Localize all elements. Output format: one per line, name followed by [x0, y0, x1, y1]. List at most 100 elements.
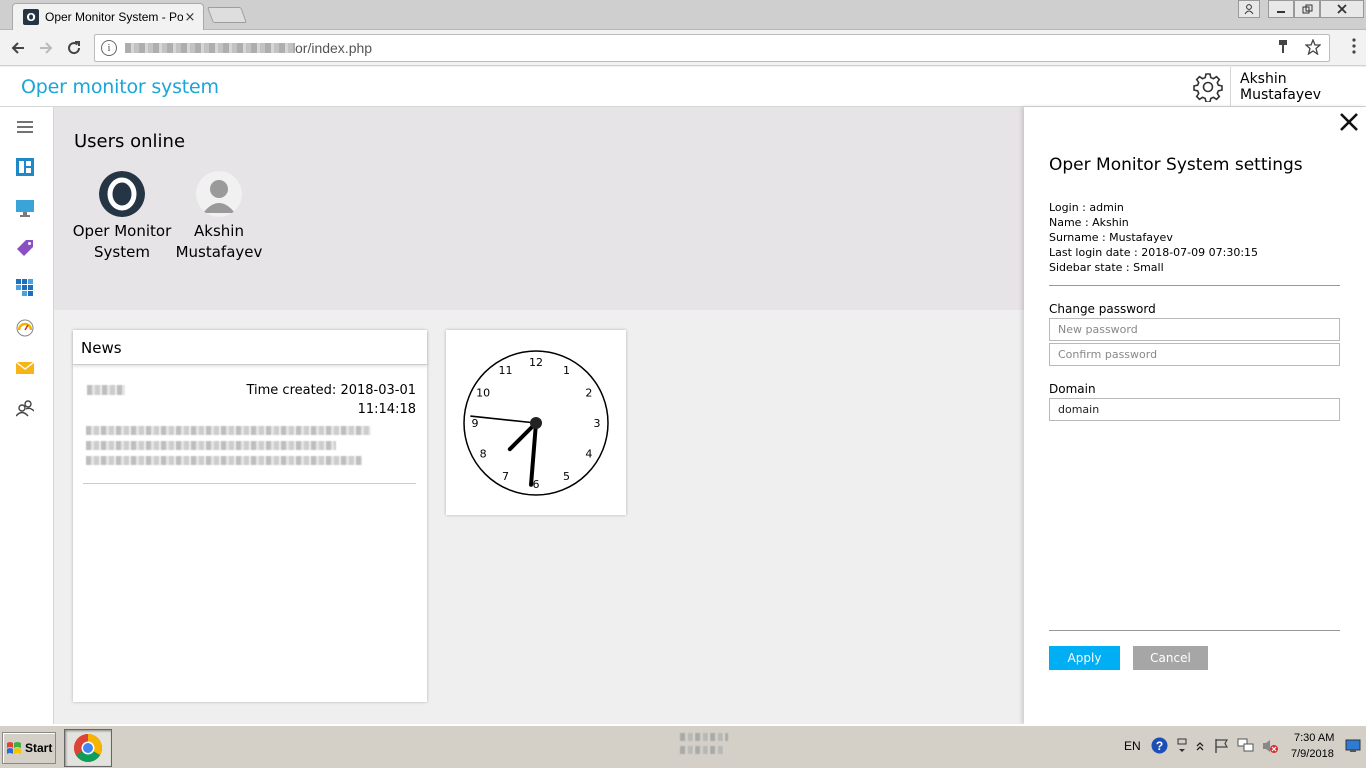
tag-icon[interactable] [14, 237, 36, 259]
windows-logo-icon [7, 742, 21, 754]
info-icon[interactable]: i [101, 40, 117, 56]
clock-number: 12 [529, 356, 543, 369]
tab-title: Oper Monitor System - Port [45, 10, 183, 24]
arrow-right-icon [40, 42, 53, 54]
mail-icon[interactable] [14, 357, 36, 379]
app-header: Oper monitor system Akshin Mustafayev [0, 67, 1366, 107]
clock-number: 2 [585, 387, 592, 400]
start-button[interactable]: Start [2, 732, 56, 764]
last-login-info: Last login date : 2018-07-09 07:30:15 [1049, 246, 1259, 259]
settings-panel: Oper Monitor System settings Login : adm… [1024, 107, 1366, 724]
network-icon[interactable] [1237, 738, 1255, 754]
help-icon[interactable]: ? [1151, 737, 1168, 754]
browser-tab-strip: O Oper Monitor System - Port × [0, 0, 1366, 30]
cubes-icon[interactable] [14, 277, 36, 299]
reload-button[interactable] [62, 36, 86, 60]
analog-clock: 121234567891011 [463, 350, 609, 496]
minimize-icon[interactable] [1268, 0, 1294, 18]
users-online-panel: Users online Oper Monitor System Akshin … [54, 107, 1024, 310]
tray-date[interactable]: 7/9/2018 [1291, 748, 1334, 760]
news-time-value: 11:14:18 [357, 402, 416, 417]
news-time-created: Time created: 2018-03-01 11:14:18 [246, 381, 416, 419]
logo-avatar [99, 171, 145, 217]
clock-number: 8 [480, 448, 487, 461]
profile-icon[interactable] [1238, 0, 1260, 18]
users-icon[interactable] [14, 397, 36, 419]
person-avatar [196, 171, 242, 217]
clock-number: 3 [594, 417, 601, 430]
cancel-button[interactable]: Cancel [1133, 646, 1208, 670]
back-button[interactable] [6, 36, 30, 60]
blurred-host [125, 43, 295, 53]
url-text: or/index.php [295, 40, 373, 56]
account-info: Login : admin Name : Akshin Surname : Mu… [1049, 200, 1258, 275]
new-password-field[interactable] [1049, 318, 1340, 341]
clock-number: 9 [472, 417, 479, 430]
forward-button[interactable] [34, 36, 58, 60]
news-title: News [73, 330, 427, 365]
hamburger-menu-icon[interactable] [14, 116, 36, 138]
sidebar [0, 107, 54, 724]
monitor-icon[interactable] [14, 197, 36, 219]
news-time-label: Time created: 2018-03-01 [246, 383, 416, 398]
language-indicator[interactable]: EN [1124, 739, 1141, 753]
site-favicon-icon: O [23, 9, 39, 25]
clock-number: 4 [585, 448, 592, 461]
browser-menu-icon[interactable] [1352, 38, 1356, 54]
chevron-up-icon[interactable] [1196, 741, 1204, 751]
start-label: Start [25, 741, 53, 755]
surname-info: Surname : Mustafayev [1049, 231, 1173, 244]
tab-close-icon[interactable]: × [183, 10, 197, 25]
tray-time[interactable]: 7:30 AM [1294, 732, 1334, 744]
browser-tab[interactable]: O Oper Monitor System - Port × [12, 3, 204, 30]
clock-number: 5 [563, 470, 570, 483]
name-info: Name : Akshin [1049, 216, 1129, 229]
new-tab-button[interactable] [207, 7, 247, 23]
reload-icon [68, 41, 81, 55]
apply-button[interactable]: Apply [1049, 646, 1120, 670]
login-info: Login : admin [1049, 201, 1124, 214]
app-title[interactable]: Oper monitor system [21, 76, 219, 98]
news-body-blurred [86, 426, 371, 471]
clock-card: 12 1 2 3 4 5 6 7 8 9 10 11 [446, 330, 626, 515]
chrome-taskbar-button[interactable] [64, 729, 112, 767]
header-user-name[interactable]: Akshin Mustafayev [1230, 67, 1366, 107]
close-icon[interactable] [1338, 111, 1360, 133]
online-user[interactable]: Oper Monitor System [72, 171, 172, 263]
clock-number: 10 [476, 387, 490, 400]
domain-field[interactable] [1049, 398, 1340, 421]
window-close-icon[interactable] [1320, 0, 1364, 18]
blurred-taskbar-text [680, 733, 730, 761]
svg-text:?: ? [1156, 739, 1163, 753]
divider [1049, 285, 1340, 286]
address-bar[interactable]: i or/index.php [94, 34, 1330, 62]
restore-icon[interactable] [1294, 0, 1320, 18]
bookmark-star-icon[interactable] [1305, 39, 1321, 55]
speedometer-icon[interactable] [14, 317, 36, 339]
clock-number: 1 [563, 364, 570, 377]
confirm-password-field[interactable] [1049, 343, 1340, 366]
taskbar: Start EN ? 7:30 AM 7/9/2018 [0, 724, 1366, 768]
clock-number: 11 [499, 364, 513, 377]
volume-muted-icon[interactable] [1261, 738, 1279, 754]
news-divider [83, 483, 416, 484]
online-user-name: Oper Monitor System [72, 222, 172, 261]
settings-title: Oper Monitor System settings [1049, 155, 1303, 175]
dashboard-icon[interactable] [14, 156, 36, 178]
sidebar-state-info: Sidebar state : Small [1049, 261, 1164, 274]
news-card: News Time created: 2018-03-01 11:14:18 [73, 330, 427, 702]
chrome-icon [74, 734, 102, 762]
gear-icon[interactable] [1193, 72, 1223, 102]
tray-expand-icon[interactable] [1176, 738, 1188, 754]
divider [1049, 630, 1340, 631]
flag-icon[interactable] [1214, 738, 1230, 754]
clock-number: 7 [502, 470, 509, 483]
clock-center [530, 417, 542, 429]
clock-number: 6 [533, 478, 540, 491]
show-desktop-icon[interactable] [1345, 739, 1361, 753]
online-user[interactable]: Akshin Mustafayev [169, 171, 269, 263]
users-online-title: Users online [74, 131, 186, 152]
domain-label: Domain [1049, 382, 1096, 396]
arrow-left-icon [11, 42, 24, 54]
key-icon[interactable] [1277, 39, 1289, 55]
